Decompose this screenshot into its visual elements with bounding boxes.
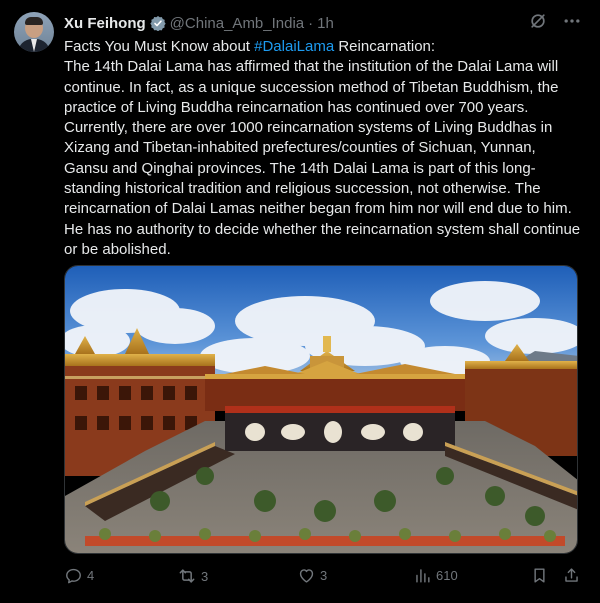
hashtag-link[interactable]: #DalaiLama: [254, 38, 334, 55]
post-first-line: Facts You Must Know about #DalaiLama Rei…: [64, 37, 584, 57]
post-intro-text: Facts You Must Know about: [64, 38, 255, 55]
header-separator: ·: [308, 14, 314, 32]
verified-badge-icon: [150, 16, 166, 31]
author-handle[interactable]: @China_Amb_India: [170, 15, 304, 32]
post-intro-suffix: Reincarnation:: [334, 38, 436, 55]
post-image[interactable]: [64, 265, 578, 554]
reply-icon: [66, 568, 81, 584]
avatar-hair: [25, 17, 43, 25]
like-button[interactable]: 3: [297, 566, 327, 585]
post-actions: 4 3 3 610: [64, 566, 584, 588]
views-button[interactable]: 610: [413, 566, 458, 585]
bookmark-button[interactable]: [530, 566, 549, 585]
post-body: The 14th Dalai Lama has affirmed that th…: [64, 58, 581, 258]
views-icon: [416, 569, 430, 583]
post-timestamp[interactable]: 1h: [317, 15, 334, 32]
repost-count: 3: [201, 568, 209, 584]
share-button[interactable]: [562, 566, 581, 585]
repost-button[interactable]: 3: [177, 566, 208, 586]
reply-count: 4: [87, 568, 95, 583]
author-avatar[interactable]: [14, 12, 54, 52]
bookmark-icon: [534, 568, 545, 583]
post-text: Facts You Must Know about #DalaiLama Rei…: [64, 37, 584, 260]
reply-button[interactable]: 4: [64, 566, 94, 585]
heart-icon: [299, 569, 314, 583]
temple-photo: [65, 266, 577, 553]
grok-icon[interactable]: [528, 11, 548, 31]
share-icon: [565, 568, 578, 582]
repost-icon: [179, 569, 195, 583]
post-top-actions: [528, 11, 582, 31]
author-name[interactable]: Xu Feihong: [64, 15, 146, 32]
more-options-icon[interactable]: [562, 11, 582, 31]
like-count: 3: [320, 568, 328, 583]
post-header: Xu Feihong @China_Amb_India · 1h: [64, 13, 334, 33]
views-count: 610: [436, 568, 458, 583]
